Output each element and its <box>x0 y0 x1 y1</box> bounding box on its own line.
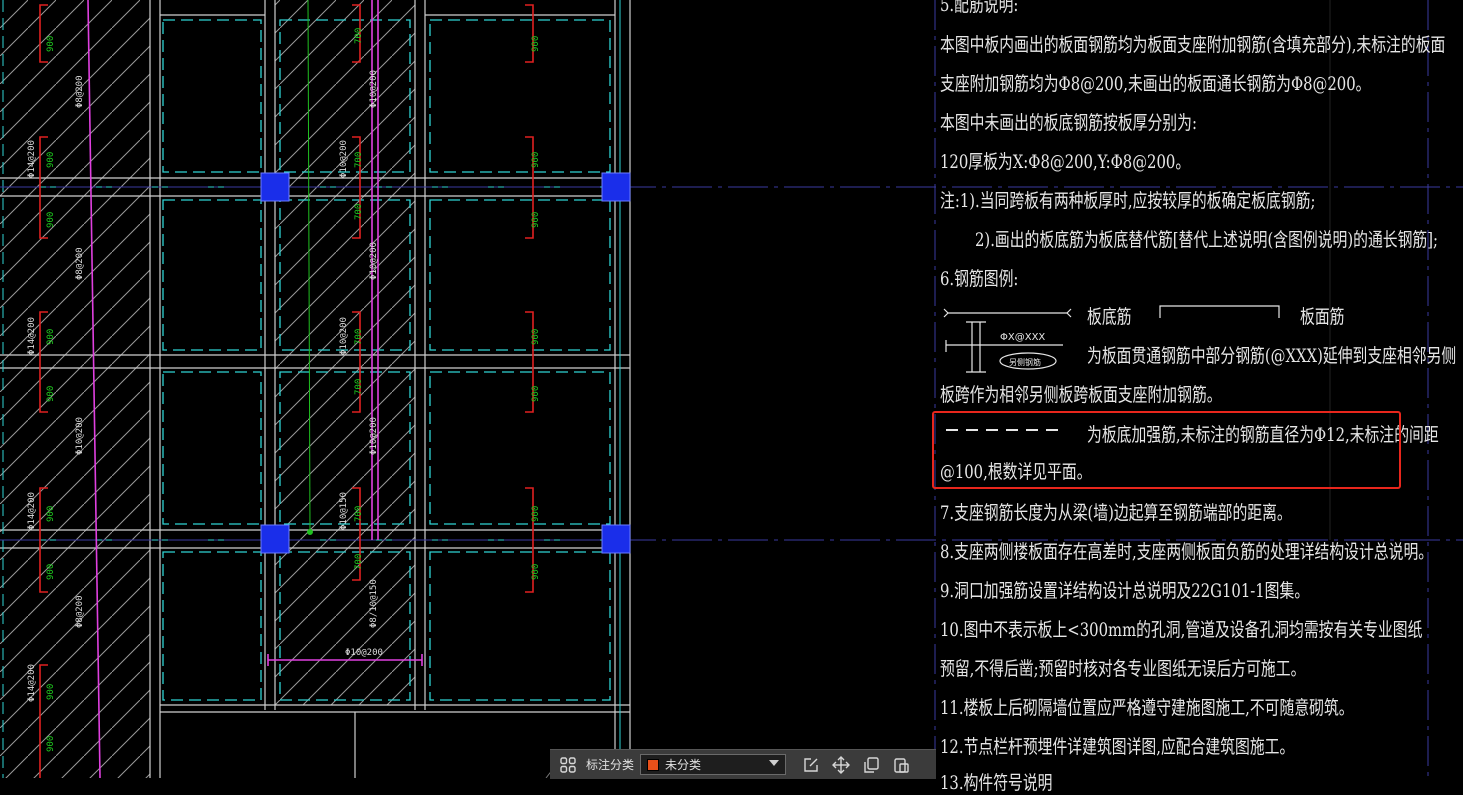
svg-text:ΦX@XXX: ΦX@XXX <box>1000 332 1045 343</box>
color-swatch <box>647 758 660 771</box>
category-label: 标注分类 <box>586 758 635 772</box>
copy-icon[interactable] <box>856 752 886 778</box>
dim-label: 900 <box>531 329 541 345</box>
rebar-label: Φ10@200 <box>369 242 379 280</box>
chevron-down-icon <box>769 760 780 766</box>
move-icon[interactable] <box>826 752 856 778</box>
category-select-value: 未分类 <box>665 758 702 772</box>
rebar-label: Φ8@200 <box>75 247 85 280</box>
dim-label: 700 <box>354 379 364 395</box>
rebar-label: Φ14@200 <box>27 492 37 530</box>
dim-label: 900 <box>46 36 56 52</box>
paste-icon[interactable] <box>886 752 916 778</box>
dim-label: 900 <box>531 506 541 522</box>
rebar-label: Φ8/10@150 <box>369 579 379 628</box>
dim-label: 700 <box>354 554 364 570</box>
grid-icon[interactable] <box>556 753 580 777</box>
column[interactable] <box>601 172 631 202</box>
column[interactable] <box>260 172 290 202</box>
rebar-label: Φ8@200 <box>75 75 85 108</box>
legend-top-bar-line <box>1159 305 1280 318</box>
dim-label: 900 <box>531 564 541 580</box>
rebar-label: Φ10@200 <box>369 417 379 455</box>
rebar-label: Φ10@200 <box>339 317 349 355</box>
rebar-label: Φ14@200 <box>27 664 37 702</box>
rebar-label: Φ10@200 <box>75 417 85 455</box>
dim-label: 700 <box>354 506 364 522</box>
category-select[interactable]: 未分类 <box>640 754 787 775</box>
legend-marker-text: ΦX@XXX 另侧钢筋 <box>1000 332 1045 367</box>
dim-label: 900 <box>46 152 56 168</box>
dim-label: 900 <box>531 386 541 402</box>
rebar-label: Φ10@150 <box>339 492 349 530</box>
edit-icon[interactable] <box>796 752 826 778</box>
rebar-label: Φ14@200 <box>27 140 37 178</box>
dim-label: 900 <box>46 329 56 345</box>
column[interactable] <box>260 524 290 554</box>
dim-label: 900 <box>531 152 541 168</box>
dim-label: 900 <box>46 212 56 228</box>
dim-label: 700 <box>354 204 364 220</box>
svg-text:另侧钢筋: 另侧钢筋 <box>1009 357 1041 367</box>
hatch-region-left <box>0 0 150 778</box>
column[interactable] <box>601 524 631 554</box>
dim-label: 700 <box>354 28 364 44</box>
dim-label: 900 <box>46 386 56 402</box>
annotation-toolbar: 标注分类 未分类 <box>550 749 936 779</box>
cad-drawing-canvas[interactable]: Φ14@200 Φ8@200 Φ14@200 Φ10@200 Φ14@200 Φ… <box>0 0 1463 778</box>
rebar-label: Φ14@200 <box>27 317 37 355</box>
dim-label: 900 <box>46 506 56 522</box>
rebar-label: Φ10@200 <box>369 70 379 108</box>
legend-graphics <box>943 305 1280 431</box>
dim-label: 900 <box>531 212 541 228</box>
axis-lines <box>0 0 1463 778</box>
rebar-label: Φ10@200 <box>339 140 349 178</box>
dim-label: 900 <box>46 564 56 580</box>
rebar-label: Φ8@200 <box>75 595 85 628</box>
dim-label: 900 <box>531 36 541 52</box>
bottom-bar-label: Φ10@200 <box>345 648 383 658</box>
dim-label: 700 <box>354 329 364 345</box>
dim-label: 900 <box>46 684 56 700</box>
dim-label: 900 <box>46 736 56 752</box>
dim-label: 700 <box>354 152 364 168</box>
